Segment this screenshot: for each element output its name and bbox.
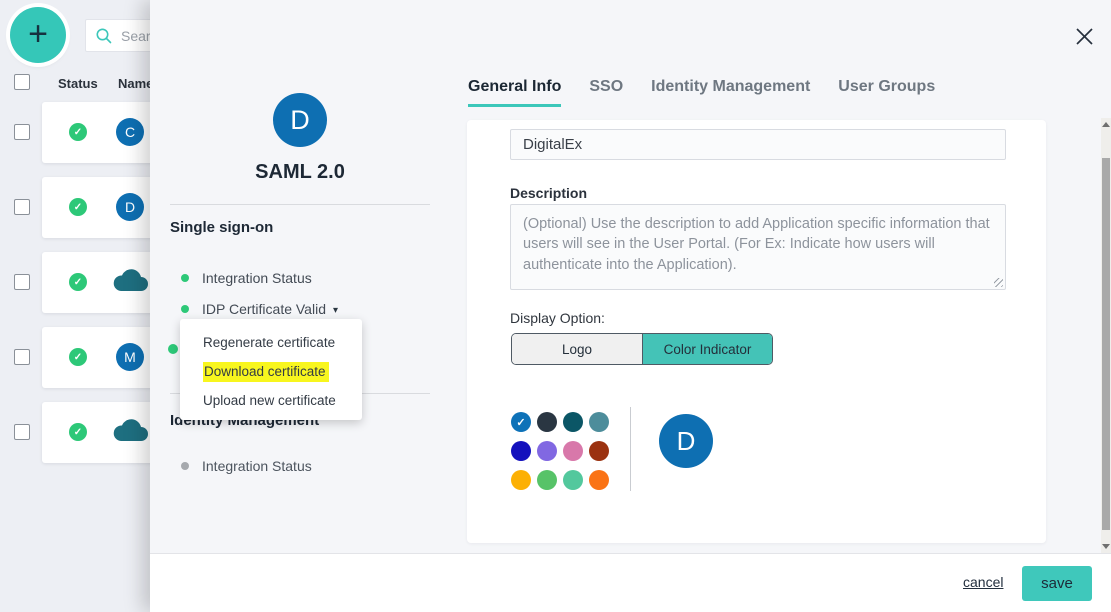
nav-item-idp-certificate[interactable]: IDP Certificate Valid ▾ xyxy=(202,301,338,317)
tab-sso[interactable]: SSO xyxy=(589,78,623,107)
certificate-dropdown-menu: Regenerate certificate Download certifica… xyxy=(180,319,362,420)
application-settings-modal: D SAML 2.0 Single sign-on Integration St… xyxy=(150,0,1111,612)
color-palette: ✓ xyxy=(511,412,609,490)
status-dot-gray xyxy=(181,462,189,470)
scroll-down-icon[interactable] xyxy=(1102,544,1110,549)
menu-item-download-certificate[interactable]: Download certificate xyxy=(180,357,362,386)
display-option-logo[interactable]: Logo xyxy=(512,334,642,364)
status-active-icon: ✓ xyxy=(69,423,87,441)
plus-icon: + xyxy=(28,17,48,51)
app-initial: D xyxy=(290,105,310,136)
table-row[interactable]: ✓ xyxy=(42,252,154,313)
add-application-button[interactable]: + xyxy=(10,7,66,63)
column-header-name: Name xyxy=(118,76,153,91)
cloud-icon xyxy=(112,419,152,450)
table-row[interactable]: ✓D xyxy=(42,177,154,238)
display-option-label: Display Option: xyxy=(510,310,605,326)
chevron-down-icon: ▾ xyxy=(333,305,338,316)
nav-item-label: IDP Certificate Valid xyxy=(202,301,326,317)
column-header-status: Status xyxy=(58,76,98,91)
status-dot-green xyxy=(181,305,189,313)
nav-item-idm-integration-status[interactable]: Integration Status xyxy=(202,458,312,474)
search-icon xyxy=(95,27,113,45)
status-active-icon: ✓ xyxy=(69,348,87,366)
color-swatch[interactable]: ✓ xyxy=(511,412,531,432)
save-button[interactable]: save xyxy=(1022,566,1092,601)
color-swatch[interactable] xyxy=(563,470,583,490)
description-label: Description xyxy=(510,185,587,201)
nav-item-integration-status[interactable]: Integration Status xyxy=(202,270,312,286)
color-swatch[interactable] xyxy=(563,412,583,432)
divider xyxy=(630,407,631,491)
table-row[interactable]: ✓ xyxy=(42,402,154,463)
tab-general-info[interactable]: General Info xyxy=(468,78,561,107)
highlighted-menu-text: Download certificate xyxy=(203,362,329,382)
cancel-button[interactable]: cancel xyxy=(963,574,1003,590)
row-checkbox[interactable] xyxy=(14,274,30,290)
screen: + Search Status Name ✓C✓D✓✓M✓ D SAML 2.0 xyxy=(0,0,1111,612)
color-swatch[interactable] xyxy=(589,412,609,432)
status-dot-green xyxy=(181,274,189,282)
avatar: M xyxy=(116,343,144,371)
color-swatch[interactable] xyxy=(511,441,531,461)
color-swatch[interactable] xyxy=(563,441,583,461)
select-all-checkbox[interactable] xyxy=(14,74,30,90)
row-checkbox[interactable] xyxy=(14,349,30,365)
row-checkbox[interactable] xyxy=(14,424,30,440)
modal-tabs: General Info SSO Identity Management User G… xyxy=(468,78,935,107)
avatar: C xyxy=(116,118,144,146)
scroll-up-icon[interactable] xyxy=(1102,122,1110,127)
row-checkbox[interactable] xyxy=(14,124,30,140)
status-active-icon: ✓ xyxy=(69,198,87,216)
description-textarea[interactable]: (Optional) Use the description to add Ap… xyxy=(510,204,1006,290)
divider xyxy=(170,204,430,205)
color-swatch[interactable] xyxy=(589,470,609,490)
avatar: D xyxy=(116,193,144,221)
status-active-icon: ✓ xyxy=(69,273,87,291)
close-icon[interactable] xyxy=(1071,23,1097,49)
color-swatch[interactable] xyxy=(537,412,557,432)
scrollbar-thumb[interactable] xyxy=(1102,158,1110,530)
color-swatch[interactable] xyxy=(511,470,531,490)
color-indicator-preview: D xyxy=(659,414,713,468)
menu-item-upload-new-certificate[interactable]: Upload new certificate xyxy=(180,386,362,415)
tab-user-groups[interactable]: User Groups xyxy=(838,78,935,107)
app-protocol-label: SAML 2.0 xyxy=(170,161,430,184)
menu-item-regenerate-certificate[interactable]: Regenerate certificate xyxy=(180,328,362,357)
app-avatar: D xyxy=(273,93,327,147)
application-name-input[interactable] xyxy=(510,129,1006,160)
color-swatch[interactable] xyxy=(589,441,609,461)
tab-identity-management[interactable]: Identity Management xyxy=(651,78,810,107)
description-placeholder: (Optional) Use the description to add Ap… xyxy=(523,216,990,273)
resize-grip-icon[interactable] xyxy=(994,278,1003,287)
selected-check-icon: ✓ xyxy=(516,416,525,429)
table-row[interactable]: ✓M xyxy=(42,327,154,388)
status-dot-green xyxy=(168,344,178,354)
table-row[interactable]: ✓C xyxy=(42,102,154,163)
sso-section-heading: Single sign-on xyxy=(170,219,273,236)
display-option-color-indicator[interactable]: Color Indicator xyxy=(642,334,772,364)
row-checkbox[interactable] xyxy=(14,199,30,215)
color-swatch[interactable] xyxy=(537,441,557,461)
general-info-panel: Description (Optional) Use the descripti… xyxy=(467,120,1046,543)
color-swatch[interactable] xyxy=(537,470,557,490)
vertical-scrollbar[interactable] xyxy=(1101,118,1111,553)
preview-initial: D xyxy=(677,426,696,457)
cloud-icon xyxy=(112,269,152,300)
display-option-toggle: LogoColor Indicator xyxy=(511,333,773,365)
status-active-icon: ✓ xyxy=(69,123,87,141)
